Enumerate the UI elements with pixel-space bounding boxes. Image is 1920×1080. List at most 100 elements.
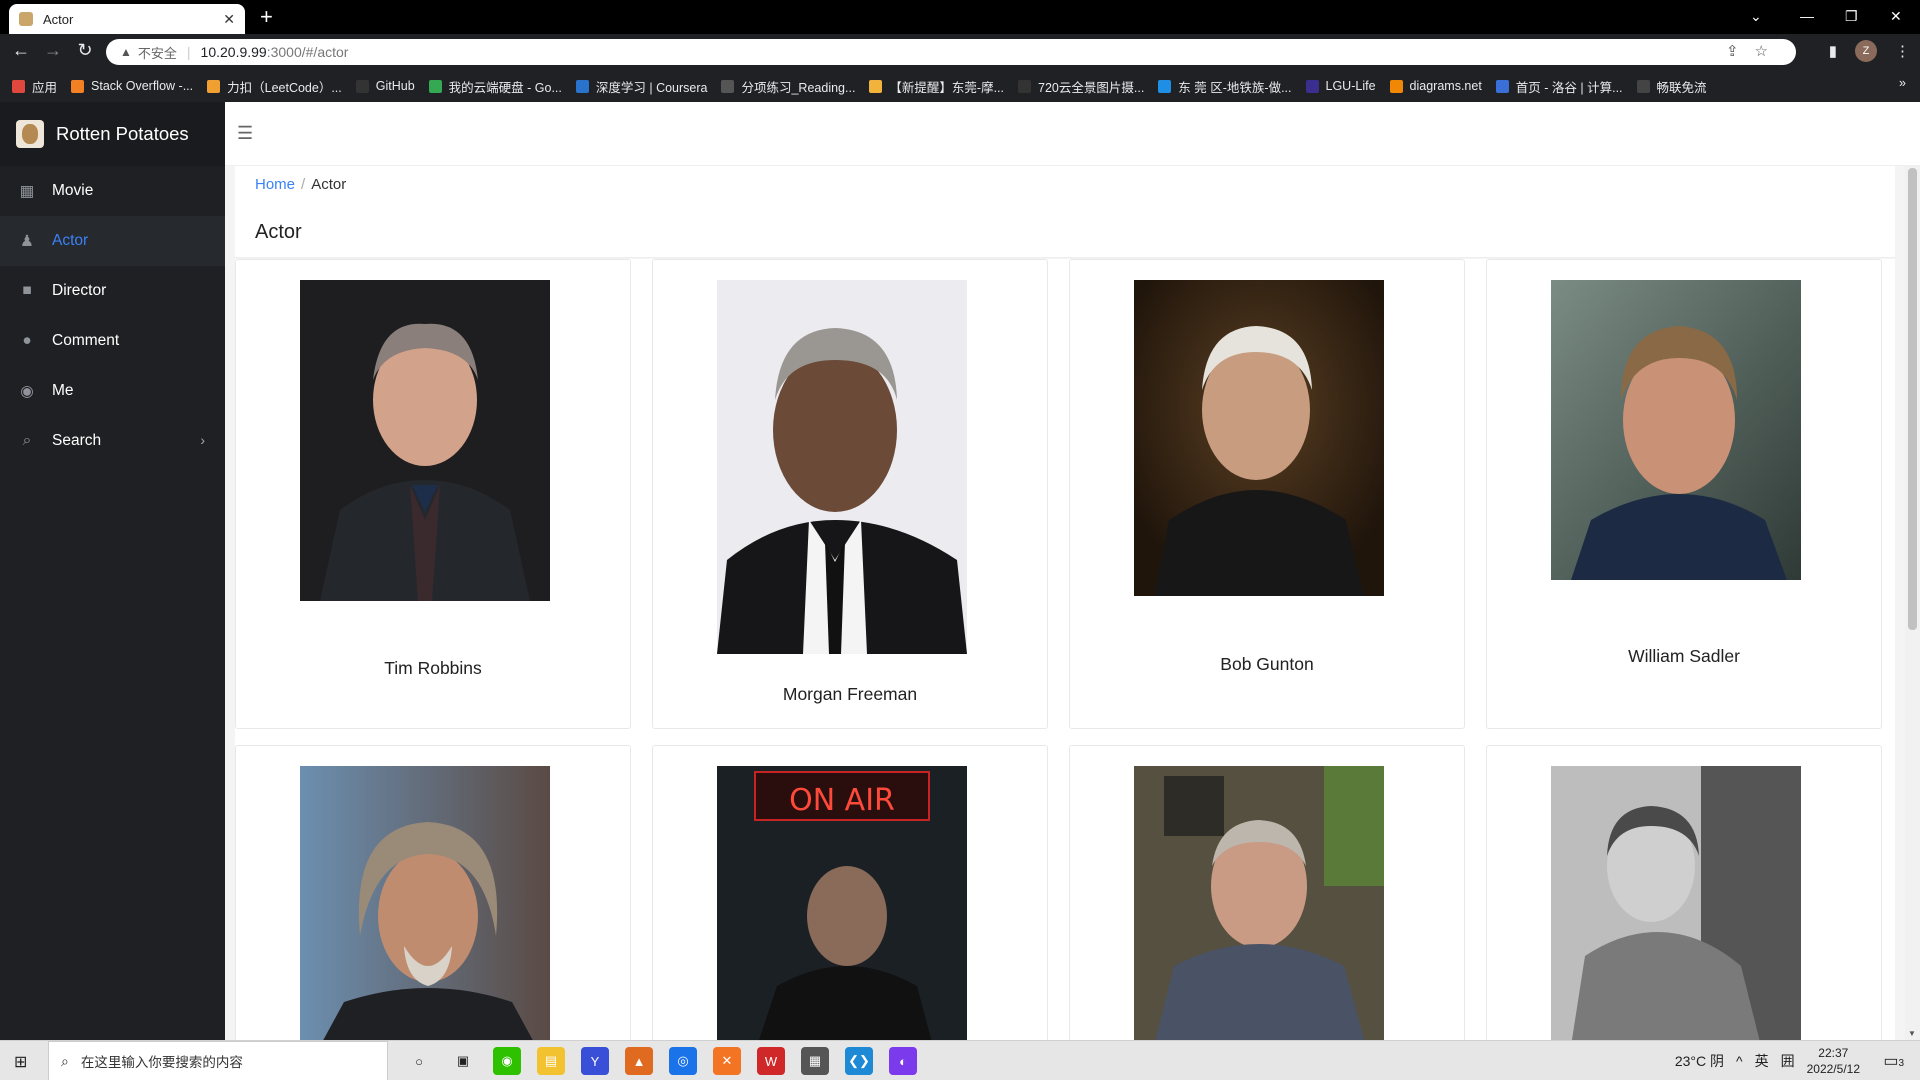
app-name: Rotten Potatoes	[56, 123, 189, 144]
bookmark-item[interactable]: 畅联免流	[1636, 77, 1707, 96]
sidebar-item-me[interactable]: ◉ Me	[0, 366, 225, 416]
warning-icon[interactable]: ▲	[120, 45, 132, 59]
github-desktop-icon[interactable]: ◐	[889, 1047, 917, 1075]
keyboard-grid-icon[interactable]: 囲	[1781, 1051, 1795, 1071]
actor-card[interactable]	[235, 745, 631, 1065]
bookmark-item[interactable]: 力扣（LeetCode）...	[207, 77, 342, 96]
matlab-icon[interactable]: ▲	[625, 1047, 653, 1075]
tray-chevron-icon[interactable]: ^	[1736, 1053, 1743, 1069]
bookmark-item[interactable]: GitHub	[355, 79, 415, 93]
clock[interactable]: 22:37 2022/5/12	[1807, 1045, 1860, 1077]
notification-center[interactable]: ▭3	[1883, 1051, 1904, 1071]
sidebar-item-movie[interactable]: ▦ Movie	[0, 166, 225, 216]
bookmark-item[interactable]: 应用	[12, 77, 57, 96]
security-label: 不安全	[137, 45, 177, 61]
browser-tab[interactable]: Actor ✕	[9, 4, 245, 34]
menu-kebab-icon[interactable]: ⋮	[1895, 42, 1910, 60]
address-bar[interactable]: ▲ 不安全 | 10.20.9.99:3000/#/actor ⇪☆	[106, 39, 1796, 65]
scroll-down-arrow-icon[interactable]: ▼	[1908, 1029, 1916, 1038]
actor-card[interactable]	[1486, 745, 1882, 1065]
bookmark-item[interactable]: 深度学习 | Coursera	[575, 77, 707, 96]
bookmark-item[interactable]: 东 莞 区-地铁族-做...	[1158, 77, 1292, 96]
search-icon: ⌕	[61, 1052, 69, 1069]
breadcrumb-separator: /	[301, 176, 306, 193]
actor-card[interactable]: William Sadler	[1486, 259, 1882, 729]
bookmark-item[interactable]: 分项练习_Reading...	[721, 77, 855, 96]
side-panel-icon[interactable]: ▮	[1829, 42, 1837, 60]
back-arrow-icon[interactable]: ←	[6, 40, 36, 61]
sidebar-item-search[interactable]: ⌕ Search ›	[0, 416, 225, 466]
restore-button[interactable]: ❐	[1845, 2, 1858, 30]
wechat-icon[interactable]: ◉	[493, 1047, 521, 1075]
star-icon[interactable]: ☆	[1755, 43, 1784, 60]
actor-card[interactable]	[1069, 745, 1465, 1065]
bookmark-item[interactable]: LGU-Life	[1305, 79, 1376, 93]
minimize-button[interactable]: —	[1800, 2, 1814, 30]
ide-icon[interactable]: Y	[581, 1047, 609, 1075]
scrollbar-thumb[interactable]	[1908, 168, 1917, 630]
profile-avatar[interactable]: Z	[1855, 40, 1877, 62]
bookmark-item[interactable]: Stack Overflow -...	[71, 79, 193, 93]
actor-card[interactable]: ON AIR	[652, 745, 1048, 1065]
sidebar-item-director[interactable]: ■ Director	[0, 266, 225, 316]
breadcrumb-home-link[interactable]: Home	[255, 176, 295, 193]
actor-name[interactable]: William Sadler	[1487, 646, 1881, 667]
sidebar-item-actor[interactable]: ♟ Actor	[0, 216, 225, 266]
actor-photo[interactable]	[1551, 766, 1801, 1046]
weather-widget[interactable]: 23°C 阴	[1675, 1051, 1724, 1071]
actor-name[interactable]: Tim Robbins	[236, 658, 630, 679]
bookmark-label: 畅联免流	[1656, 80, 1707, 95]
share-icon[interactable]: ⇪	[1726, 43, 1755, 60]
omnibox-divider: |	[186, 44, 191, 60]
bookmark-label: 东 莞 区-地铁族-做...	[1178, 80, 1292, 95]
actor-photo[interactable]	[300, 766, 550, 1046]
menu-fold-icon[interactable]: ☰	[237, 123, 253, 144]
taskbar-search[interactable]: ⌕ 在这里输入你要搜索的内容	[48, 1041, 388, 1080]
tab-close-icon[interactable]: ✕	[223, 11, 235, 28]
chrome-icon[interactable]: ◎	[669, 1047, 697, 1075]
actor-name[interactable]: Morgan Freeman	[653, 684, 1047, 705]
reload-icon[interactable]: ↻	[70, 40, 100, 61]
forward-arrow-icon[interactable]: →	[38, 40, 68, 61]
breadcrumb-current: Actor	[311, 176, 347, 193]
url-text: 10.20.9.99:3000/#/actor	[201, 44, 349, 60]
actor-photo[interactable]	[1134, 766, 1384, 1046]
vscode-icon[interactable]: ❮❯	[845, 1047, 873, 1075]
actor-photo[interactable]: ON AIR	[717, 766, 967, 1046]
sidebar-item-comment[interactable]: ● Comment	[0, 316, 225, 366]
actor-name[interactable]: Bob Gunton	[1070, 654, 1464, 675]
close-window-button[interactable]: ✕	[1890, 2, 1902, 30]
bookmark-item[interactable]: 首页 - 洛谷 | 计算...	[1495, 77, 1623, 96]
on-air-sign: ON AIR	[789, 783, 895, 818]
sidebar-item-label: Actor	[52, 232, 89, 249]
tab-search-icon[interactable]: ⌄	[1750, 2, 1762, 30]
notification-icon: ▭	[1883, 1053, 1899, 1070]
actor-card[interactable]: Morgan Freeman	[652, 259, 1048, 729]
windows-start-icon[interactable]: ⊞	[14, 1052, 27, 1072]
bookmark-item[interactable]: 720云全景图片摄...	[1018, 77, 1144, 96]
wps-icon[interactable]: W	[757, 1047, 785, 1075]
bookmark-item[interactable]: 我的云端硬盘 - Go...	[428, 77, 562, 96]
actor-photo[interactable]	[1134, 280, 1384, 596]
actor-photo[interactable]	[1551, 280, 1801, 580]
app-logo[interactable]: Rotten Potatoes	[0, 102, 225, 166]
actor-card[interactable]: Bob Gunton	[1069, 259, 1465, 729]
cortana-icon[interactable]: ○	[405, 1047, 433, 1075]
page-title: Actor	[255, 221, 302, 243]
ime-indicator[interactable]: 英	[1755, 1051, 1769, 1071]
app-icon[interactable]: ▦	[801, 1047, 829, 1075]
video-camera-icon: ■	[22, 282, 32, 299]
xampp-icon[interactable]: ✕	[713, 1047, 741, 1075]
sidebar: Rotten Potatoes ▦ Movie ♟ Actor ■ Director ● Co…	[0, 102, 225, 1040]
bookmarks-overflow-icon[interactable]: »	[1899, 76, 1906, 90]
file-explorer-icon[interactable]: ▤	[537, 1047, 565, 1075]
browser-toolbar: ← → ↻ ▲ 不安全 | 10.20.9.99:3000/#/actor ⇪☆…	[0, 34, 1920, 70]
actor-photo[interactable]	[717, 280, 967, 654]
actor-card[interactable]: Tim Robbins	[235, 259, 631, 729]
task-view-icon[interactable]: ▣	[449, 1047, 477, 1075]
page-scrollbar[interactable]: ▼	[1905, 166, 1920, 1040]
bookmark-item[interactable]: diagrams.net	[1389, 79, 1482, 93]
new-tab-button[interactable]: +	[260, 4, 273, 30]
bookmark-item[interactable]: 【新提醒】东莞-摩...	[869, 77, 1004, 96]
actor-photo[interactable]	[300, 280, 550, 601]
